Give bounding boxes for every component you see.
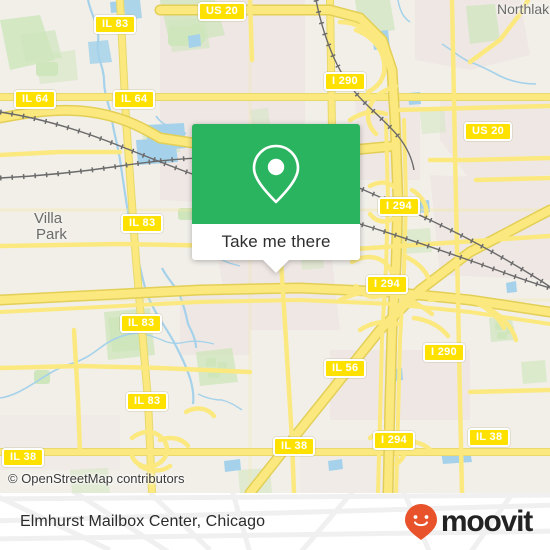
map-canvas[interactable]: IL 83 US 20 I 290 US 20 IL 64 IL 64 IL 83 I 294… (0, 0, 550, 493)
road-shield: IL 83 (121, 214, 164, 233)
moovit-map-screenshot: IL 83 US 20 I 290 US 20 IL 64 IL 64 IL 83 I 294… (0, 0, 550, 550)
road-shield: IL 83 (126, 392, 169, 411)
road-shield: IL 64 (14, 90, 57, 109)
popup-tail (263, 260, 289, 273)
road-shield: I 290 (324, 72, 366, 91)
take-me-there-popup[interactable]: Take me there (192, 124, 360, 273)
road-shield: IL 38 (468, 428, 511, 447)
road-shield: IL 83 (94, 15, 137, 34)
popup-pin-area (192, 124, 360, 224)
take-me-there-label: Take me there (221, 232, 331, 251)
place-label: Northlak (497, 1, 550, 17)
road-shield: I 294 (378, 197, 420, 216)
place-label: Park (36, 226, 67, 243)
footer-bar: Elmhurst Mailbox Center, Chicago moovit (0, 493, 550, 550)
osm-attribution[interactable]: © OpenStreetMap contributors (8, 471, 185, 486)
road-shield: IL 83 (120, 314, 163, 333)
road-shield: I 294 (366, 275, 408, 294)
road-shield: I 290 (423, 343, 465, 362)
road-shield: IL 64 (113, 90, 156, 109)
moovit-wordmark: moovit (440, 504, 533, 538)
road-shield: IL 38 (273, 437, 316, 456)
road-shield: IL 56 (324, 359, 367, 378)
road-shield: I 294 (373, 431, 415, 450)
road-shield: US 20 (198, 2, 247, 21)
map-pin-icon (252, 144, 300, 204)
take-me-there-button[interactable]: Take me there (192, 224, 360, 260)
moovit-smiley-pin-icon (404, 503, 437, 540)
road-shield: US 20 (464, 122, 513, 141)
moovit-logo[interactable]: moovit (404, 503, 533, 541)
place-label: Villa (34, 210, 63, 227)
road-shield: IL 38 (2, 448, 45, 467)
place-title: Elmhurst Mailbox Center, Chicago (20, 512, 266, 530)
